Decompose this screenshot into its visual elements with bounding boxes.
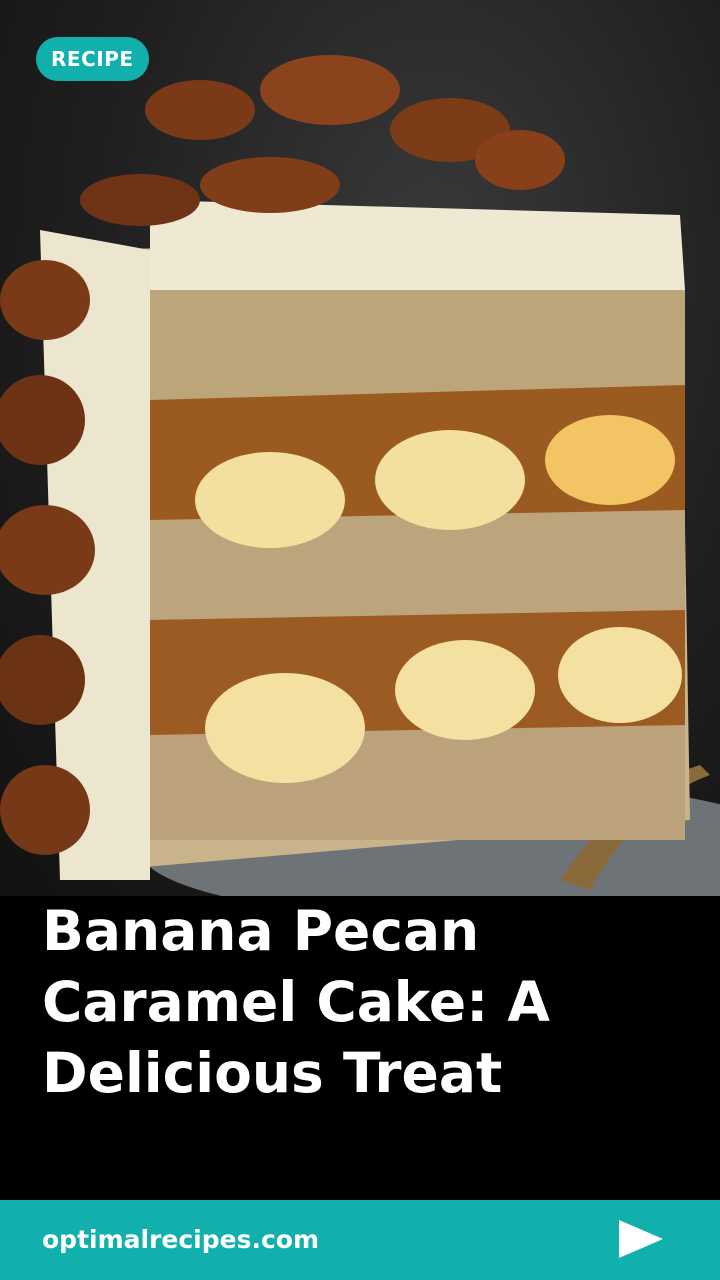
site-link[interactable]: optimalrecipes.com [42, 1222, 319, 1258]
recipe-badge: RECIPE [36, 37, 149, 81]
cake-illustration [0, 55, 720, 896]
play-arrow-icon[interactable] [619, 1220, 663, 1258]
recipe-title: Banana Pecan Caramel Cake: A Delicious T… [42, 899, 550, 1105]
title-panel: Banana Pecan Caramel Cake: A Delicious T… [0, 896, 720, 1200]
hero-image: RECIPE [0, 0, 720, 896]
footer-bar[interactable]: optimalrecipes.com [0, 1200, 720, 1280]
